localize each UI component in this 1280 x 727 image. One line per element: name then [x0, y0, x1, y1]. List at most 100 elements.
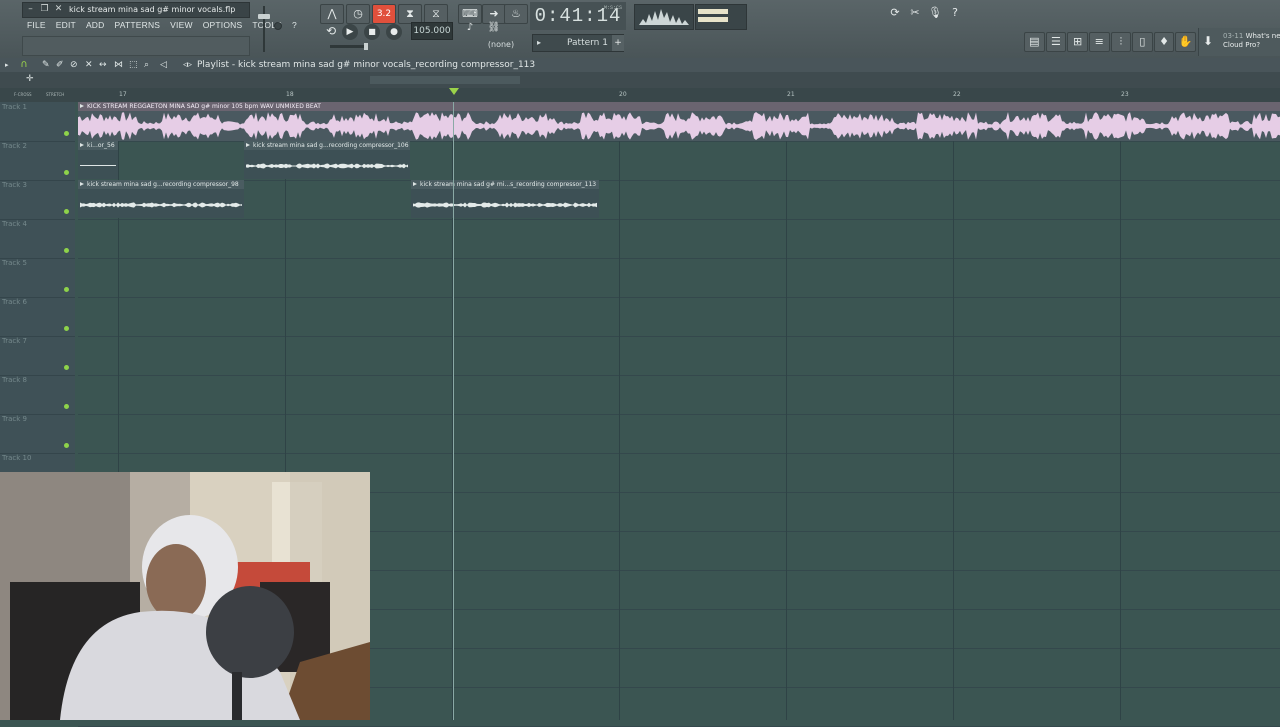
metronome-icon[interactable]: ◷ [346, 4, 370, 24]
track-enable-led[interactable] [64, 209, 69, 214]
track-lane[interactable] [78, 375, 1280, 415]
menu-patterns[interactable]: PATTERNS [109, 18, 165, 32]
news-panel[interactable]: ⬇ 03-11 What's new Cloud Pro? [1198, 28, 1280, 56]
menu-options[interactable]: OPTIONS [198, 18, 248, 32]
help-icon[interactable]: ? [944, 4, 966, 22]
channel-rack-icon[interactable]: ⊞ [1067, 32, 1088, 52]
pat-song-toggle-icon[interactable]: ⋀ [320, 4, 344, 24]
playlist-options-icon[interactable]: ▸ [5, 58, 9, 72]
delete-icon[interactable]: ⊘ [70, 58, 78, 72]
track-header[interactable]: Track 8 [0, 375, 75, 415]
menu-add[interactable]: ADD [81, 18, 110, 32]
track-enable-led[interactable] [64, 287, 69, 292]
record-icon[interactable]: ● [386, 24, 402, 40]
track-lane[interactable] [78, 414, 1280, 454]
stretch-label: STRETCH [46, 92, 65, 97]
project-file-title: kick stream mina sad g# minor vocals.flp [69, 5, 236, 14]
track-header[interactable]: Track 4 [0, 219, 75, 259]
link-icon[interactable]: ⛓ [482, 22, 506, 36]
news-line2: Cloud Pro? [1223, 41, 1261, 49]
menu-view[interactable]: VIEW [165, 18, 198, 32]
horizontal-scrollbar[interactable] [370, 76, 520, 84]
menu-edit[interactable]: EDIT [51, 18, 81, 32]
magnet-icon[interactable]: ∩ [17, 58, 31, 72]
countdown-icon[interactable]: ⧖ [424, 4, 448, 24]
track-lane[interactable] [78, 297, 1280, 337]
audio-clip-vocal[interactable]: kick stream mina sad g# mi...s_recording… [411, 180, 599, 218]
paint-icon[interactable]: ✐ [56, 58, 64, 72]
snap-selector[interactable]: (none) [478, 38, 524, 52]
track-header[interactable]: Track 1 [0, 102, 75, 142]
menu-file[interactable]: FILE [22, 18, 51, 32]
loop-icon[interactable]: ⟲ [320, 22, 342, 40]
slice-icon[interactable]: ⋈ [114, 58, 123, 72]
track-header-column: Track 1 Track 2 Track 3 Track 4 Track 5 … [0, 102, 75, 493]
bar-line [953, 102, 954, 720]
add-pattern-icon[interactable]: + [612, 35, 624, 51]
track-enable-led[interactable] [64, 326, 69, 331]
recording-filter-icon[interactable]: ♨ [504, 4, 528, 24]
slip-icon[interactable]: ↔ [99, 58, 107, 72]
track-lane[interactable] [78, 219, 1280, 259]
restore-icon[interactable]: ❐ [39, 4, 50, 15]
track-header[interactable]: Track 3 [0, 180, 75, 220]
close-icon[interactable]: ✕ [53, 4, 64, 15]
playback-icon[interactable]: ◁ [160, 58, 167, 72]
song-time-display[interactable]: 0:41:14 M:S:CS [530, 2, 626, 30]
audio-clip-beat[interactable]: KICK STREAM REGGAETON MINA SAD g# minor … [78, 102, 1280, 141]
mute-icon[interactable]: ✕ [85, 58, 93, 72]
playlist-icon[interactable]: ▤ [1024, 32, 1045, 52]
pattern-selector[interactable]: ▸ Pattern 1 + [532, 34, 624, 52]
minimize-icon[interactable]: – [25, 4, 36, 15]
piano-roll-icon[interactable]: ☰ [1045, 32, 1067, 52]
move-tool-icon[interactable]: ✛ [26, 74, 34, 84]
wait-input-icon[interactable]: ⧗ [398, 4, 422, 24]
master-volume-slider[interactable] [256, 4, 272, 54]
touch-keyboard-icon[interactable]: ✋ [1175, 32, 1196, 52]
track-header[interactable]: Track 6 [0, 297, 75, 337]
track-enable-led[interactable] [64, 170, 69, 175]
undo-history-icon[interactable]: ⟳ [884, 4, 906, 22]
track-lane[interactable] [78, 180, 1280, 220]
zoom-icon[interactable]: ⌕ [144, 58, 149, 72]
track-header[interactable]: Track 5 [0, 258, 75, 298]
stop-icon[interactable]: ■ [364, 24, 380, 40]
track-lane[interactable] [78, 258, 1280, 298]
step-edit-icon[interactable]: ➜ [482, 4, 506, 24]
track-header[interactable]: Track 2 [0, 141, 75, 181]
playhead-marker-icon[interactable] [449, 88, 459, 95]
oscilloscope-monitor[interactable] [634, 4, 694, 30]
tempo-display[interactable]: 105.000 [411, 22, 453, 40]
timeline-ruler[interactable]: F-CROSS STRETCH 17 18 20 21 22 23 [0, 88, 1280, 102]
audio-clip-vocal[interactable]: ki...or_56 [78, 141, 118, 179]
playlist-arrows-icon[interactable]: ◃▹ [183, 58, 192, 72]
pat-song-indicator[interactable]: 3.2 [372, 4, 396, 24]
blend-notes-icon[interactable]: ♪ [458, 22, 482, 36]
track-header[interactable]: Track 9 [0, 414, 75, 454]
cut-tool-icon[interactable]: ✂ [904, 4, 926, 22]
track-enable-led[interactable] [64, 443, 69, 448]
song-position-slider[interactable] [330, 43, 368, 50]
mixer-icon[interactable]: ≡ [1088, 32, 1110, 52]
mixer-faders-icon[interactable]: ⫶ [1110, 32, 1132, 52]
audio-clip-vocal[interactable]: kick stream mina sad g...recording compr… [78, 180, 244, 218]
microphone-icon[interactable]: 🎙 [924, 4, 946, 22]
select-icon[interactable]: ⬚ [129, 58, 138, 72]
play-icon[interactable]: ▶ [342, 24, 358, 40]
track-enable-led[interactable] [64, 404, 69, 409]
clip-title: KICK STREAM REGGAETON MINA SAD g# minor … [78, 102, 1280, 111]
pencil-icon[interactable]: ✎ [42, 58, 50, 72]
typing-keyboard-icon[interactable]: ⌨ [458, 4, 482, 24]
track-enable-led[interactable] [64, 131, 69, 136]
playlist-overview-bar[interactable]: ✛ [0, 72, 1280, 88]
track-enable-led[interactable] [64, 248, 69, 253]
plugin-icon[interactable]: ♦ [1153, 32, 1175, 52]
track-lane[interactable] [78, 336, 1280, 376]
master-pitch-knob[interactable] [274, 22, 282, 30]
browser-icon[interactable]: ▯ [1132, 32, 1153, 52]
pattern-prev-icon[interactable]: ▸ [537, 35, 541, 51]
track-header[interactable]: Track 7 [0, 336, 75, 376]
audio-clip-vocal[interactable]: kick stream mina sad g...recording compr… [244, 141, 410, 179]
menu-help[interactable]: ? [287, 18, 302, 32]
track-enable-led[interactable] [64, 365, 69, 370]
